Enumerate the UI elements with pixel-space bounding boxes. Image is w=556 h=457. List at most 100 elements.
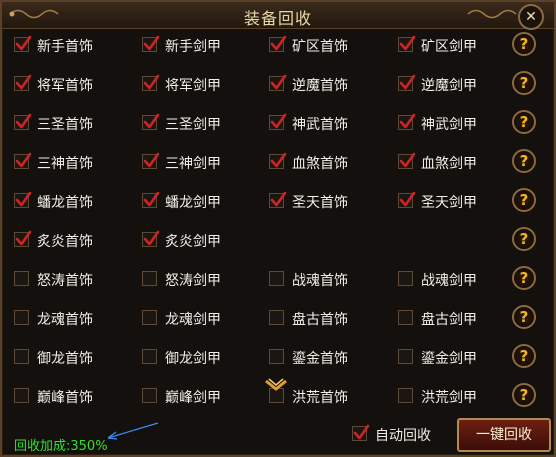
equipment-checkbox[interactable] bbox=[14, 230, 32, 247]
equipment-label: 逆魔剑甲 bbox=[421, 78, 477, 94]
equipment-label: 逆魔首饰 bbox=[292, 78, 348, 94]
auto-recycle-label: 自动回收 bbox=[375, 428, 431, 444]
equipment-label: 三圣首饰 bbox=[37, 117, 93, 133]
equipment-label: 圣天剑甲 bbox=[421, 195, 477, 211]
checkmark-icon bbox=[399, 191, 416, 207]
title-bar: 装备回收 ✕ bbox=[2, 2, 554, 30]
checkmark-icon bbox=[270, 74, 287, 90]
close-button[interactable]: ✕ bbox=[518, 4, 544, 30]
annotation-arrow-icon bbox=[107, 422, 159, 440]
equipment-label: 洪荒首饰 bbox=[292, 390, 348, 406]
checkmark-icon bbox=[270, 113, 287, 129]
help-icon[interactable]: ? bbox=[512, 227, 536, 251]
checkmark-icon bbox=[399, 74, 416, 90]
equipment-checkbox[interactable] bbox=[14, 113, 32, 130]
equipment-checkbox[interactable] bbox=[142, 271, 157, 286]
equipment-label: 御龙首饰 bbox=[37, 351, 93, 367]
equipment-checkbox[interactable] bbox=[142, 74, 160, 91]
equipment-checkbox[interactable] bbox=[398, 152, 416, 169]
equipment-checkbox[interactable] bbox=[398, 35, 416, 52]
equipment-checkbox[interactable] bbox=[142, 349, 157, 364]
equipment-checkbox[interactable] bbox=[269, 310, 284, 325]
checkmark-icon bbox=[15, 113, 32, 129]
equipment-checkbox[interactable] bbox=[14, 191, 32, 208]
checkmark-icon bbox=[399, 113, 416, 129]
equipment-checkbox[interactable] bbox=[142, 191, 160, 208]
one-click-recycle-button[interactable]: 一键回收 bbox=[457, 418, 551, 452]
help-icon[interactable]: ? bbox=[512, 344, 536, 368]
checkmark-icon bbox=[15, 74, 32, 90]
help-icon[interactable]: ? bbox=[512, 305, 536, 329]
equipment-row: 三神首饰 三神剑甲 血煞首饰 血煞剑甲? bbox=[2, 145, 554, 184]
equipment-label: 三神剑甲 bbox=[165, 156, 221, 172]
equipment-label: 战魂首饰 bbox=[292, 273, 348, 289]
equipment-checkbox[interactable] bbox=[14, 152, 32, 169]
equipment-label: 矿区剑甲 bbox=[421, 39, 477, 55]
equipment-checkbox[interactable] bbox=[142, 35, 160, 52]
equipment-checkbox[interactable] bbox=[398, 349, 413, 364]
equipment-checkbox[interactable] bbox=[269, 74, 287, 91]
equipment-row: 炙炎首饰 炙炎剑甲? bbox=[2, 223, 554, 262]
equipment-checkbox[interactable] bbox=[398, 113, 416, 130]
equipment-checkbox[interactable] bbox=[142, 388, 157, 403]
equipment-label: 鎏金剑甲 bbox=[421, 351, 477, 367]
equipment-checkbox[interactable] bbox=[269, 349, 284, 364]
equipment-label: 新手首饰 bbox=[37, 39, 93, 55]
equipment-label: 炙炎首饰 bbox=[37, 234, 93, 250]
equipment-label: 血煞首饰 bbox=[292, 156, 348, 172]
equipment-label: 龙魂首饰 bbox=[37, 312, 93, 328]
checkmark-icon bbox=[15, 230, 32, 246]
help-icon[interactable]: ? bbox=[512, 149, 536, 173]
equipment-checkbox[interactable] bbox=[142, 230, 160, 247]
equipment-checkbox[interactable] bbox=[142, 152, 160, 169]
equipment-label: 蟠龙剑甲 bbox=[165, 195, 221, 211]
equipment-label: 盘古剑甲 bbox=[421, 312, 477, 328]
equipment-row: 三圣首饰 三圣剑甲 神武首饰 神武剑甲? bbox=[2, 106, 554, 145]
checkmark-icon bbox=[270, 191, 287, 207]
equipment-checkbox[interactable] bbox=[14, 271, 29, 286]
equipment-label: 洪荒剑甲 bbox=[421, 390, 477, 406]
help-icon[interactable]: ? bbox=[512, 110, 536, 134]
checkmark-icon bbox=[270, 152, 287, 168]
help-icon[interactable]: ? bbox=[512, 266, 536, 290]
equipment-checkbox[interactable] bbox=[269, 35, 287, 52]
equipment-label: 鎏金首饰 bbox=[292, 351, 348, 367]
checkmark-icon bbox=[15, 35, 32, 51]
equipment-checkbox[interactable] bbox=[398, 310, 413, 325]
equipment-checkbox[interactable] bbox=[14, 349, 29, 364]
equipment-checkbox[interactable] bbox=[269, 113, 287, 130]
help-icon[interactable]: ? bbox=[512, 383, 536, 407]
equipment-row: 龙魂首饰 龙魂剑甲 盘古首饰 盘古剑甲? bbox=[2, 301, 554, 340]
equipment-label: 将军首饰 bbox=[37, 78, 93, 94]
equipment-checkbox[interactable] bbox=[269, 152, 287, 169]
equipment-label: 神武首饰 bbox=[292, 117, 348, 133]
checkmark-icon bbox=[143, 35, 160, 51]
equipment-checkbox[interactable] bbox=[142, 113, 160, 130]
equipment-label: 战魂剑甲 bbox=[421, 273, 477, 289]
checkmark-icon bbox=[15, 152, 32, 168]
checkmark-icon bbox=[143, 113, 160, 129]
equipment-label: 怒涛首饰 bbox=[37, 273, 93, 289]
equipment-checkbox[interactable] bbox=[142, 310, 157, 325]
equipment-checkbox[interactable] bbox=[14, 35, 32, 52]
equipment-checkbox[interactable] bbox=[14, 310, 29, 325]
help-icon[interactable]: ? bbox=[512, 71, 536, 95]
equipment-grid: 新手首饰 新手剑甲 矿区首饰 矿区剑甲? 将军首饰 将军剑甲 逆魔首饰 逆魔剑甲? 三圣首饰 三圣… bbox=[2, 28, 554, 407]
equipment-checkbox[interactable] bbox=[398, 388, 413, 403]
equipment-label: 圣天首饰 bbox=[292, 195, 348, 211]
equipment-row: 蟠龙首饰 蟠龙剑甲 圣天首饰 圣天剑甲? bbox=[2, 184, 554, 223]
equipment-checkbox[interactable] bbox=[269, 191, 287, 208]
help-icon[interactable]: ? bbox=[512, 32, 536, 56]
equipment-checkbox[interactable] bbox=[398, 271, 413, 286]
equipment-checkbox[interactable] bbox=[14, 388, 29, 403]
equipment-label: 巅峰首饰 bbox=[37, 390, 93, 406]
equipment-checkbox[interactable] bbox=[398, 191, 416, 208]
equipment-checkbox[interactable] bbox=[398, 74, 416, 91]
equipment-row: 将军首饰 将军剑甲 逆魔首饰 逆魔剑甲? bbox=[2, 67, 554, 106]
auto-recycle-checkbox[interactable] bbox=[352, 424, 370, 441]
checkmark-icon bbox=[270, 35, 287, 51]
equipment-checkbox[interactable] bbox=[269, 271, 284, 286]
equipment-checkbox[interactable] bbox=[14, 74, 32, 91]
equipment-label: 御龙剑甲 bbox=[165, 351, 221, 367]
help-icon[interactable]: ? bbox=[512, 188, 536, 212]
